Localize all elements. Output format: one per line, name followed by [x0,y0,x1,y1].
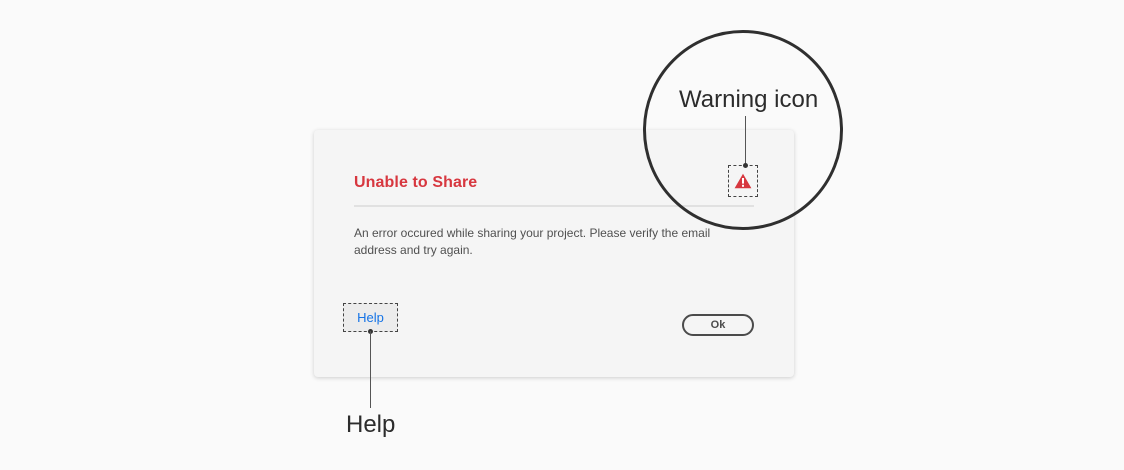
ok-button[interactable]: Ok [682,314,754,336]
title-divider [354,205,754,207]
help-link-highlight: Help [343,303,398,332]
warning-leader-line [745,116,746,166]
dialog-title: Unable to Share [354,174,478,191]
help-leader-line [370,331,371,408]
error-dialog: Unable to Share An error occured while s… [314,130,794,377]
help-callout: Help [346,411,396,438]
warning-icon-callout: Warning icon [679,86,819,113]
warning-leader-dot [743,163,748,168]
warning-icon-highlight [728,165,758,197]
help-link[interactable]: Help [357,310,384,325]
dialog-message: An error occured while sharing your proj… [354,226,711,257]
warning-icon [734,173,752,189]
